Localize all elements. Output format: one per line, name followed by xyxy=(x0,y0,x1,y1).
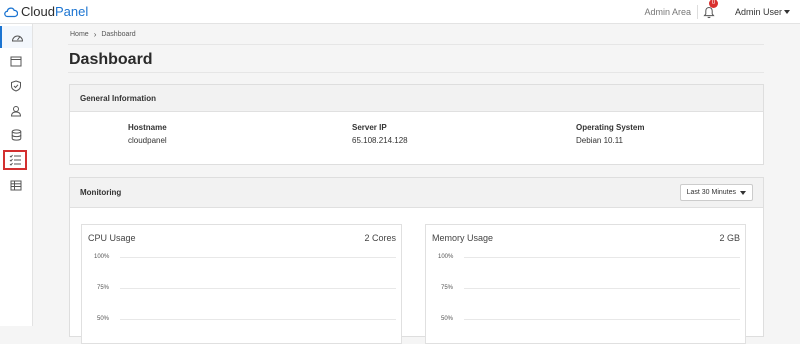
cpu-tick-label: 75% xyxy=(97,285,110,291)
sidebar-item-logs[interactable] xyxy=(0,174,32,196)
top-bar: CloudPanel Admin Area 0 Admin User xyxy=(0,0,800,24)
sidebar-item-security[interactable] xyxy=(0,75,32,97)
operating-system-value: Debian 10.11 xyxy=(576,136,623,145)
admin-area-link[interactable]: Admin Area xyxy=(644,7,697,17)
chevron-down-icon xyxy=(784,9,790,14)
server-ip-value: 65.108.214.128 xyxy=(352,136,408,145)
memory-tick-label: 100% xyxy=(438,254,454,260)
monitoring-card: Monitoring Last 30 Minutes CPU Usage 2 C… xyxy=(69,177,764,344)
sidebar-item-tasks[interactable] xyxy=(3,150,27,170)
memory-tick-label: 75% xyxy=(441,285,454,291)
cpu-tick-label: 50% xyxy=(97,316,110,322)
table-icon xyxy=(10,180,22,190)
checklist-icon xyxy=(9,154,21,166)
breadcrumb: Home › Dashboard xyxy=(70,30,136,39)
admin-user-label: Admin User xyxy=(734,6,782,17)
memory-total-label: 2 GB xyxy=(719,233,740,243)
chevron-right-icon: › xyxy=(93,30,97,39)
page-title: Dashboard xyxy=(69,51,153,68)
operating-system-field: Operating System Debian 10.11 xyxy=(576,123,644,145)
chevron-down-icon xyxy=(740,190,746,195)
general-information-title: General Information xyxy=(70,85,763,112)
cpu-gridline xyxy=(120,257,396,258)
memory-gridline xyxy=(464,319,740,320)
topbar-divider xyxy=(696,4,698,19)
monitoring-title: Monitoring xyxy=(70,178,763,208)
memory-tick-label: 50% xyxy=(441,316,454,322)
general-information-card: General Information Hostname cloudpanel … xyxy=(69,84,764,165)
cpu-cores-label: 2 Cores xyxy=(364,233,396,243)
cpu-tick-label: 100% xyxy=(94,254,110,260)
hostname-value: cloudpanel xyxy=(128,136,167,145)
memory-usage-title: Memory Usage xyxy=(432,233,494,243)
cpu-usage-panel: CPU Usage 2 Cores 100% 75% 50% xyxy=(81,224,402,344)
notification-badge: 0 xyxy=(708,0,718,8)
server-ip-label: Server IP xyxy=(352,123,387,132)
time-range-label: Last 30 Minutes xyxy=(686,189,736,196)
browser-window-icon xyxy=(10,56,22,66)
memory-gridline xyxy=(464,257,740,258)
hostname-field: Hostname cloudpanel xyxy=(128,123,167,145)
breadcrumb-divider xyxy=(68,44,764,45)
dashboard-icon xyxy=(11,35,23,41)
hostname-label: Hostname xyxy=(128,123,167,132)
memory-usage-panel: Memory Usage 2 GB 100% 75% 50% xyxy=(425,224,746,344)
memory-gridline xyxy=(464,288,740,289)
cpu-gridline xyxy=(120,319,396,320)
user-icon xyxy=(10,106,22,117)
time-range-dropdown[interactable]: Last 30 Minutes xyxy=(679,184,753,201)
notifications-button[interactable]: 0 xyxy=(703,0,719,20)
operating-system-label: Operating System xyxy=(576,123,645,132)
sidebar-item-users[interactable] xyxy=(0,100,32,122)
database-icon xyxy=(11,129,21,141)
main-content: Home › Dashboard Dashboard General Infor… xyxy=(34,24,800,344)
brand-logo[interactable]: CloudPanel xyxy=(0,0,120,24)
sidebar-item-dashboard[interactable] xyxy=(0,26,32,48)
sidebar-item-sites[interactable] xyxy=(0,50,32,72)
admin-user-menu[interactable]: Admin User xyxy=(735,7,800,17)
shield-icon xyxy=(11,80,21,92)
server-ip-field: Server IP 65.108.214.128 xyxy=(352,123,408,145)
sidebar-item-databases[interactable] xyxy=(0,124,32,146)
cloud-logo-icon xyxy=(4,7,18,17)
brand-name-panel: Panel xyxy=(54,4,89,19)
title-divider xyxy=(68,72,764,73)
breadcrumb-current: Dashboard xyxy=(101,31,136,38)
breadcrumb-home[interactable]: Home xyxy=(70,31,89,38)
brand-name-cloud: Cloud xyxy=(21,4,55,19)
cpu-gridline xyxy=(120,288,396,289)
sidebar xyxy=(0,24,33,326)
cpu-usage-title: CPU Usage xyxy=(88,233,136,243)
